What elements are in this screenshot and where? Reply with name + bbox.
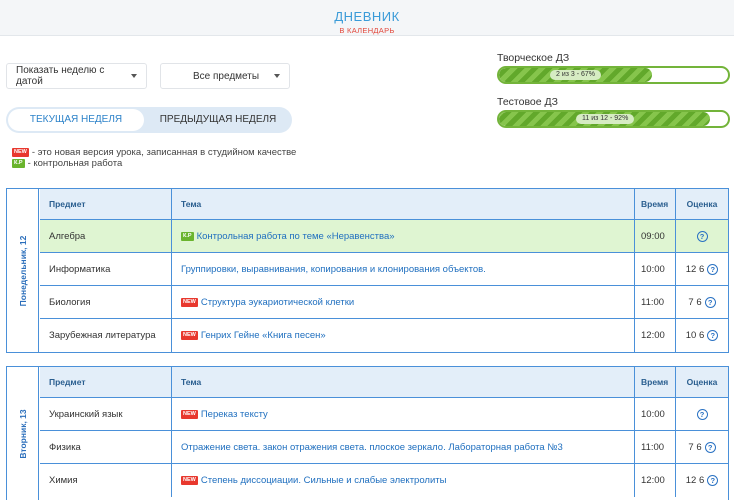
test-homework-label: Тестовое ДЗ [497,96,558,108]
new-badge: NEW [181,409,198,419]
question-circle-icon[interactable]: ? [707,263,719,275]
day-label-text: Вторник, 13 [17,408,28,459]
tab-previous-week[interactable]: ПРЕДЫДУЩАЯ НЕДЕЛЯ [148,107,288,133]
question-circle-icon[interactable]: ? [696,230,708,242]
day-block-tuesday: Вторник, 13 Предмет Тема Время Оценка Ук… [6,366,729,500]
question-circle-icon[interactable]: ? [707,475,719,486]
table-header-row: Предмет Тема Время Оценка [40,189,728,220]
lesson-topic-link[interactable]: К.Р Контрольная работа по теме «Неравенс… [181,231,395,242]
lesson-subject: Информатика [49,263,111,275]
lesson-subject: Биология [49,296,91,308]
table-row[interactable]: Алгебра К.Р Контрольная работа по теме «… [40,220,728,253]
lessons-table: Предмет Тема Время Оценка Украинский язы… [40,367,728,497]
lesson-topic: Контрольная работа по теме «Неравенства» [196,230,395,242]
table-row[interactable]: Украинский язык NEW Переказ тексту 10:00… [40,398,728,431]
progress-text: 11 из 12 - 92% [576,114,635,124]
lesson-grade: 7 6 [688,441,702,453]
week-date-select[interactable]: Показать неделю с датой [6,63,147,89]
column-header-grade: Оценка [675,367,728,397]
lesson-time: 09:00 [634,220,675,252]
day-label: Понедельник, 12 [7,189,39,352]
lesson-subject: Химия [49,475,78,486]
new-badge: NEW [181,476,198,485]
new-badge: NEW [181,297,198,307]
table-row[interactable]: Информатика Группировки, выравнивания, к… [40,253,728,286]
lesson-grade: 10 6 [685,330,705,341]
creative-homework-label: Творческое ДЗ [497,52,570,64]
lesson-topic: Переказ тексту [200,408,268,420]
column-header-topic: Тема [171,189,634,219]
question-circle-icon[interactable]: ? [696,408,708,420]
page-title: ДНЕВНИК [334,9,400,24]
legend-kr: К.Р - контрольная работа [12,158,122,169]
question-circle-icon[interactable]: ? [707,330,719,341]
lesson-time: 12:00 [634,464,675,497]
chevron-down-icon [131,74,137,78]
lesson-topic-link[interactable]: Группировки, выравнивания, копирования и… [181,264,486,275]
column-header-time: Время [634,367,675,397]
table-row[interactable]: Биология NEW Структура эукариотической к… [40,286,728,319]
lesson-topic: Степень диссоциации. Сильные и слабые эл… [200,475,447,486]
subject-select-value: Все предметы [193,70,260,82]
new-badge: NEW [12,148,29,157]
subject-select[interactable]: Все предметы [160,63,290,89]
kr-badge: К.Р [12,159,25,168]
lesson-topic-link[interactable]: Отражение света. закон отражения света. … [181,442,563,453]
lesson-subject: Алгебра [49,230,86,242]
column-header-time: Время [634,189,675,219]
legend-kr-text: - контрольная работа [27,158,123,169]
table-row[interactable]: Физика Отражение света. закон отражения … [40,431,728,464]
lesson-topic-link[interactable]: NEW Степень диссоциации. Сильные и слабы… [181,475,446,486]
lesson-topic-link[interactable]: NEW Генрих Гейне «Книга песен» [181,330,326,341]
test-homework-progress: 11 из 12 - 92% [497,110,730,128]
lesson-subject: Зарубежная литература [49,330,156,341]
lesson-time: 11:00 [634,286,675,318]
calendar-link[interactable]: В КАЛЕНДАРЬ [0,26,734,35]
new-badge: NEW [181,331,198,340]
legend-new: NEW - это новая версия урока, записанная… [12,147,296,158]
progress-text: 2 из 3 - 67% [550,70,602,80]
creative-homework-progress: 2 из 3 - 67% [497,66,730,84]
day-label-text: Понедельник, 12 [17,235,28,306]
question-circle-icon[interactable]: ? [704,296,716,308]
lesson-topic-link[interactable]: NEW Переказ тексту [181,409,268,420]
lesson-time: 10:00 [634,253,675,285]
column-header-grade: Оценка [675,189,728,219]
table-header-row: Предмет Тема Время Оценка [40,367,728,398]
table-row[interactable]: Зарубежная литература NEW Генрих Гейне «… [40,319,728,352]
column-header-subject: Предмет [49,199,86,209]
lesson-topic: Отражение света. закон отражения света. … [181,441,563,453]
legend-new-text: - это новая версия урока, записанная в с… [31,147,297,158]
lesson-grade: 12 6 [685,475,705,486]
lesson-topic-link[interactable]: NEW Структура эукариотической клетки [181,297,354,308]
lesson-subject: Украинский язык [49,408,123,420]
week-date-select-value: Показать неделю с датой [16,65,105,87]
lesson-time: 12:00 [634,319,675,352]
page-header: ДНЕВНИК В КАЛЕНДАРЬ [0,0,734,36]
chevron-down-icon [274,74,280,78]
week-tabs: ТЕКУЩАЯ НЕДЕЛЯ ПРЕДЫДУЩАЯ НЕДЕЛЯ [6,107,292,133]
lesson-time: 10:00 [634,398,675,430]
lesson-topic: Структура эукариотической клетки [200,296,355,308]
lesson-time: 11:00 [634,431,675,463]
lesson-topic: Генрих Гейне «Книга песен» [200,330,326,341]
column-header-subject: Предмет [49,377,86,387]
kr-badge: К.Р [181,231,194,241]
lesson-grade: 7 6 [688,296,702,308]
lessons-table: Предмет Тема Время Оценка Алгебра К.Р Ко… [40,189,728,352]
tab-current-week[interactable]: ТЕКУЩАЯ НЕДЕЛЯ [8,109,144,131]
table-row[interactable]: Химия NEW Степень диссоциации. Сильные и… [40,464,728,497]
lesson-subject: Физика [49,441,81,453]
lesson-grade: 12 6 [685,263,705,275]
lesson-topic: Группировки, выравнивания, копирования и… [181,263,486,275]
day-block-monday: Понедельник, 12 Предмет Тема Время Оценк… [6,188,729,353]
column-header-topic: Тема [171,367,634,397]
question-circle-icon[interactable]: ? [704,441,716,453]
day-label: Вторник, 13 [7,367,39,500]
